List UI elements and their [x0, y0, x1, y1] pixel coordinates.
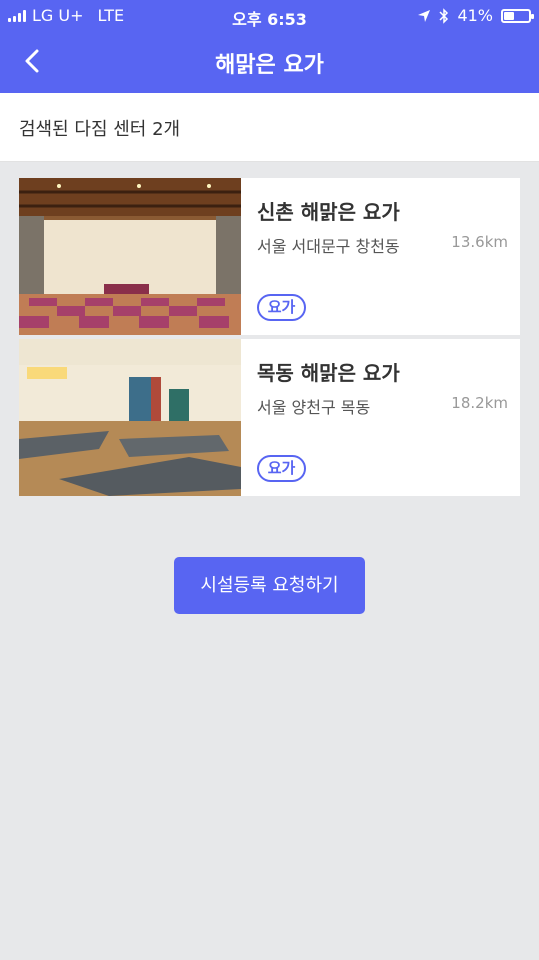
center-address: 서울 서대문구 창천동 — [257, 237, 400, 256]
center-name: 목동 해맑은 요가 — [257, 361, 400, 385]
result-summary-bar: 검색된 다짐 센터 2개 — [0, 93, 539, 162]
battery-icon — [501, 8, 534, 23]
center-card[interactable]: 신촌 해맑은 요가 서울 서대문구 창천동 13.6km 요가 — [19, 178, 520, 335]
status-bar: LG U+ LTE 오후 6:53 41% — [0, 0, 539, 30]
center-distance: 13.6km — [451, 233, 508, 251]
bluetooth-icon — [439, 7, 449, 24]
request-registration-button[interactable]: 시설등록 요청하기 — [174, 557, 365, 614]
center-photo — [19, 178, 241, 335]
category-tag: 요가 — [257, 294, 306, 321]
nav-bar: 해맑은 요가 — [0, 30, 539, 93]
category-tag: 요가 — [257, 455, 306, 482]
battery-percent: 41% — [457, 6, 493, 25]
top-bar: LG U+ LTE 오후 6:53 41% 해맑은 요가 — [0, 0, 539, 93]
center-name: 신촌 해맑은 요가 — [257, 200, 400, 224]
center-photo — [19, 339, 241, 496]
center-card[interactable]: 목동 해맑은 요가 서울 양천구 목동 18.2km 요가 — [19, 339, 520, 496]
center-address: 서울 양천구 목동 — [257, 398, 371, 417]
location-arrow-icon — [418, 9, 431, 22]
page-title: 해맑은 요가 — [215, 53, 324, 78]
result-count: 검색된 다짐 센터 2개 — [19, 119, 181, 140]
center-distance: 18.2km — [451, 394, 508, 412]
